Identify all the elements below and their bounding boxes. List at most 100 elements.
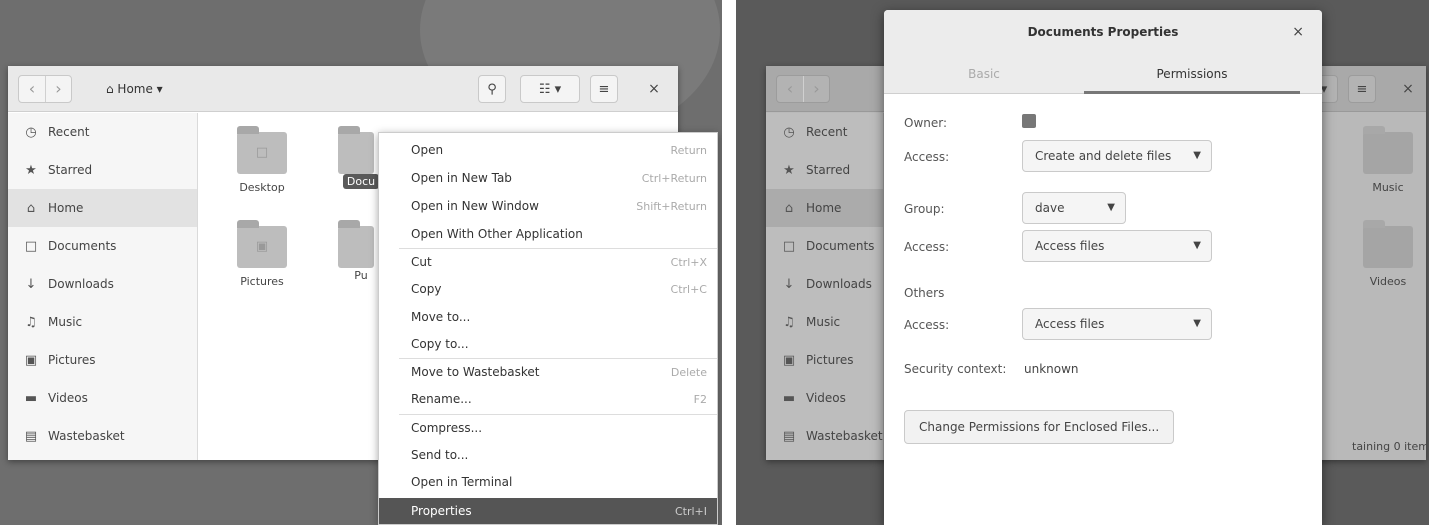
menu-item-properties[interactable]: Properties Ctrl+I [379, 498, 717, 524]
folder-label: Music [1372, 181, 1404, 194]
group-access-label: Access: [904, 240, 950, 254]
menu-item-open-new-tab[interactable]: Open in New Tab Ctrl+Return [379, 165, 717, 191]
menu-item-copy-to[interactable]: Copy to... [379, 331, 717, 357]
menu-item-open-in-terminal[interactable]: Open in Terminal [379, 469, 717, 495]
view-options-button[interactable]: ☷ ▾ [520, 75, 580, 103]
sidebar-item-music[interactable]: ♫ Music [8, 303, 197, 341]
folder-pictures[interactable]: ▣ Pictures [226, 220, 298, 289]
menu-item-label: Move to... [411, 310, 471, 324]
sidebar-item-label: Wastebasket [806, 429, 883, 443]
menu-item-open-with[interactable]: Open With Other Application [379, 221, 717, 247]
sidebar-item-videos[interactable]: ▬ Videos [8, 379, 197, 417]
sidebar-item-pictures[interactable]: ▣ Pictures [766, 341, 883, 379]
folder-icon: □ [237, 126, 287, 174]
dialog-close-button[interactable]: × [1292, 10, 1304, 54]
back-button[interactable]: ‹ [777, 76, 803, 102]
menu-item-compress[interactable]: Compress... [379, 415, 717, 441]
header-bar: ‹ › ⌂ Home ▾ ⚲ ☷ ▾ ≡ × [8, 66, 678, 112]
music-icon: ♫ [25, 314, 37, 330]
menu-item-label: Cut [411, 255, 432, 269]
chevron-down-icon: ▼ [1107, 202, 1115, 213]
clock-icon: ◷ [25, 124, 37, 140]
sidebar-item-recent[interactable]: ◷ Recent [766, 113, 883, 151]
menu-item-label: Open in New Window [411, 199, 539, 213]
owner-access-combo[interactable]: Create and delete files ▼ [1022, 140, 1212, 172]
sidebar-item-label: Music [48, 315, 83, 329]
sidebar-item-starred[interactable]: ★ Starred [766, 151, 883, 189]
menu-item-label: Copy to... [411, 337, 469, 351]
menu-item-move-to-wastebasket[interactable]: Move to Wastebasket Delete [379, 359, 717, 385]
sidebar-item-label: Videos [48, 391, 88, 405]
document-icon: □ [782, 238, 796, 254]
menu-item-rename[interactable]: Rename... F2 [379, 386, 717, 412]
folder-videos[interactable]: Videos [1358, 220, 1418, 289]
sidebar-item-label: Home [806, 201, 842, 215]
group-combo[interactable]: dave ▼ [1022, 192, 1126, 224]
sidebar-item-label: Starred [806, 163, 851, 177]
search-button[interactable]: ⚲ [478, 75, 506, 103]
sidebar-item-documents[interactable]: □ Documents [8, 227, 197, 265]
menu-item-label: Open [411, 143, 444, 157]
menu-item-accel: Ctrl+C [670, 282, 707, 296]
hamburger-menu-icon: ≡ [1356, 82, 1368, 97]
back-button[interactable]: ‹ [19, 76, 45, 102]
star-icon: ★ [783, 162, 795, 178]
change-permissions-button[interactable]: Change Permissions for Enclosed Files... [904, 410, 1175, 444]
sidebar-item-wastebasket[interactable]: ▤ Wastebasket [8, 417, 197, 455]
menu-item-accel: F2 [693, 392, 707, 406]
menu-item-send-to[interactable]: Send to... [379, 442, 717, 468]
sidebar-item-label: Downloads [806, 277, 872, 291]
dialog-title: Documents Properties [884, 10, 1322, 54]
close-button[interactable]: × [642, 75, 666, 103]
tab-basic[interactable]: Basic [884, 54, 1084, 94]
menu-item-label: Open in Terminal [411, 475, 513, 489]
combo-value: dave [1035, 201, 1065, 215]
others-access-label: Access: [904, 318, 950, 332]
download-icon: ↓ [25, 276, 37, 292]
menu-item-cut[interactable]: Cut Ctrl+X [379, 249, 717, 275]
folder-desktop[interactable]: □ Desktop [226, 126, 298, 195]
home-icon: ⌂ [784, 200, 794, 216]
menu-item-label: Send to... [411, 448, 469, 462]
sidebar-item-downloads[interactable]: ↓ Downloads [766, 265, 883, 303]
forward-button[interactable]: › [803, 76, 829, 102]
sidebar-item-pictures[interactable]: ▣ Pictures [8, 341, 197, 379]
security-context-value: unknown [1024, 362, 1079, 376]
path-home-button[interactable]: ⌂ Home ▾ [96, 75, 173, 103]
menu-item-accel: Ctrl+X [670, 255, 707, 269]
grid-view-icon: ☷ [538, 82, 551, 97]
sidebar-item-documents[interactable]: □ Documents [766, 227, 883, 265]
menu-item-move-to[interactable]: Move to... [379, 304, 717, 330]
sidebar-item-music[interactable]: ♫ Music [766, 303, 883, 341]
close-button[interactable]: × [1396, 75, 1420, 103]
folder-music[interactable]: Music [1358, 126, 1418, 195]
sidebar-item-label: Documents [806, 239, 875, 253]
trash-icon: ▤ [782, 428, 796, 444]
sidebar: ◷ Recent ★ Starred ⌂ Home □ Documents ↓ Downl… [8, 113, 198, 460]
right-screenshot: ‹ › ▾ ≡ × ◷ Recent ★ Starred ⌂ Home □ Docume… [736, 0, 1429, 525]
menu-item-label: Move to Wastebasket [411, 365, 540, 379]
sidebar: ◷ Recent ★ Starred ⌂ Home □ Documents ↓ Downl… [766, 113, 884, 460]
sidebar-item-home[interactable]: ⌂ Home [766, 189, 883, 227]
sidebar-item-label: Documents [48, 239, 117, 253]
tab-permissions[interactable]: Permissions [1084, 54, 1300, 94]
sidebar-item-wastebasket[interactable]: ▤ Wastebasket [766, 417, 883, 455]
user-avatar-icon [1022, 114, 1036, 128]
forward-button[interactable]: › [45, 76, 71, 102]
sidebar-item-starred[interactable]: ★ Starred [8, 151, 197, 189]
security-context-label: Security context: [904, 362, 1007, 376]
status-text: taining 0 items) [1352, 440, 1426, 453]
sidebar-item-home[interactable]: ⌂ Home [8, 189, 197, 227]
others-access-combo[interactable]: Access files ▼ [1022, 308, 1212, 340]
sidebar-item-recent[interactable]: ◷ Recent [8, 113, 197, 151]
sidebar-item-label: Recent [48, 125, 90, 139]
menu-item-open-new-window[interactable]: Open in New Window Shift+Return [379, 193, 717, 219]
sidebar-item-videos[interactable]: ▬ Videos [766, 379, 883, 417]
menu-button[interactable]: ≡ [590, 75, 618, 103]
menu-button[interactable]: ≡ [1348, 75, 1376, 103]
hamburger-menu-icon: ≡ [598, 82, 610, 97]
menu-item-copy[interactable]: Copy Ctrl+C [379, 276, 717, 302]
group-access-combo[interactable]: Access files ▼ [1022, 230, 1212, 262]
sidebar-item-downloads[interactable]: ↓ Downloads [8, 265, 197, 303]
menu-item-open[interactable]: Open Return [379, 137, 717, 163]
